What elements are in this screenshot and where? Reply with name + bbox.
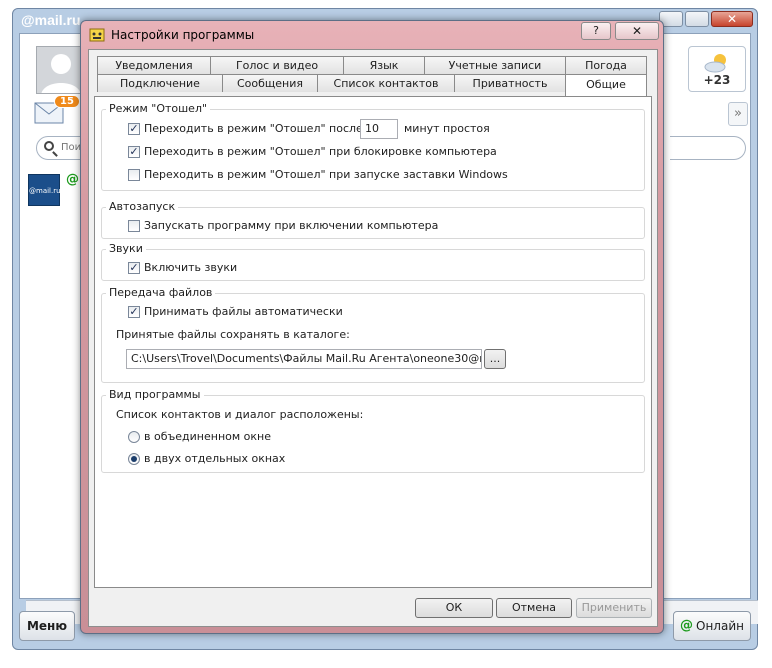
- user-silhouette-icon: [41, 54, 81, 93]
- save-folder-path-input[interactable]: C:\Users\Trovel\Documents\Файлы Mail.Ru …: [126, 349, 482, 369]
- user-avatar[interactable]: [36, 46, 84, 94]
- tab-connection[interactable]: Подключение: [97, 74, 223, 92]
- sounds-checkbox[interactable]: ✓: [128, 262, 140, 274]
- single-window-radio[interactable]: [128, 431, 140, 443]
- settings-dialog: Настройки программы ? ✕ Уведомления Голо…: [80, 20, 664, 634]
- away-lock-label: Переходить в режим "Отошел" при блокиров…: [144, 145, 497, 158]
- sounds-group: Звуки ✓ Включить звуки: [101, 242, 645, 281]
- tab-messages[interactable]: Сообщения: [222, 74, 318, 92]
- contact-avatar[interactable]: @mail.ru: [28, 174, 61, 206]
- file-transfer-title: Передача файлов: [106, 286, 216, 300]
- dialog-close-button[interactable]: ✕: [615, 22, 659, 40]
- search-icon: [44, 141, 54, 151]
- view-mode-caption: Список контактов и диалог расположены:: [116, 408, 364, 421]
- dialog-title: Настройки программы: [111, 28, 255, 42]
- separate-windows-radio[interactable]: [128, 453, 140, 465]
- search-input-right-edge[interactable]: [670, 136, 746, 160]
- away-screensaver-checkbox[interactable]: [128, 169, 140, 181]
- close-icon: ✕: [631, 24, 643, 38]
- away-minutes-suffix: минут простоя: [404, 122, 490, 135]
- tab-accounts[interactable]: Учетные записи: [424, 56, 566, 74]
- tab-weather[interactable]: Погода: [565, 56, 647, 74]
- tab-voice-video[interactable]: Голос и видео: [210, 56, 344, 74]
- menu-button[interactable]: Меню: [19, 611, 75, 641]
- weather-widget[interactable]: +23: [688, 46, 746, 92]
- apply-button[interactable]: Применить: [576, 598, 652, 618]
- away-lock-checkbox[interactable]: ✓: [128, 146, 140, 158]
- online-at-icon: @: [680, 618, 693, 633]
- autostart-checkbox[interactable]: [128, 220, 140, 232]
- weather-temperature: +23: [703, 73, 731, 87]
- sounds-label: Включить звуки: [144, 261, 238, 274]
- online-status-icon: @: [66, 172, 79, 187]
- away-mode-group: Режим "Отошел" ✓ Переходить в режим "Ото…: [101, 102, 645, 191]
- sounds-title: Звуки: [106, 242, 146, 256]
- autostart-label: Запускать программу при включении компью…: [144, 219, 439, 232]
- cancel-button[interactable]: Отмена: [496, 598, 572, 618]
- view-mode-title: Вид программы: [106, 388, 204, 402]
- sun-cloud-icon: [704, 54, 726, 73]
- tab-language[interactable]: Язык: [343, 56, 425, 74]
- away-mode-title: Режим "Отошел": [106, 102, 211, 116]
- away-after-label: Переходить в режим "Отошел" после: [144, 122, 363, 135]
- expand-panel-button[interactable]: »: [728, 102, 748, 126]
- away-after-checkbox[interactable]: ✓: [128, 123, 140, 135]
- online-status-button[interactable]: @ Онлайн: [673, 611, 751, 641]
- tab-contact-list[interactable]: Список контактов: [317, 74, 455, 92]
- separate-windows-label: в двух отдельных окнах: [144, 452, 286, 465]
- help-button[interactable]: ?: [581, 22, 611, 40]
- tab-notifications[interactable]: Уведомления: [97, 56, 211, 74]
- mailru-logo: @mail.ru: [21, 12, 81, 28]
- tab-privacy[interactable]: Приватность: [454, 74, 566, 92]
- ok-button[interactable]: ОК: [415, 598, 493, 618]
- view-mode-group: Вид программы Список контактов и диалог …: [101, 388, 645, 473]
- online-status-label: Онлайн: [696, 619, 744, 633]
- auto-accept-files-label: Принимать файлы автоматически: [144, 305, 343, 318]
- away-minutes-input[interactable]: 10: [360, 119, 398, 139]
- autostart-title: Автозапуск: [106, 200, 179, 214]
- dialog-client-area: Уведомления Голос и видео Язык Учетные з…: [88, 49, 658, 627]
- new-mail-badge: 15: [54, 95, 80, 108]
- save-folder-caption: Принятые файлы сохранять в каталоге:: [116, 328, 350, 341]
- away-screensaver-label: Переходить в режим "Отошел" при запуске …: [144, 168, 508, 181]
- autostart-group: Автозапуск Запускать программу при включ…: [101, 200, 645, 239]
- auto-accept-files-checkbox[interactable]: ✓: [128, 306, 140, 318]
- general-tab-panel: Режим "Отошел" ✓ Переходить в режим "Ото…: [94, 96, 652, 588]
- single-window-label: в объединенном окне: [144, 430, 271, 443]
- tab-general[interactable]: Общие: [565, 74, 647, 96]
- file-transfer-group: Передача файлов ✓ Принимать файлы автома…: [101, 286, 645, 383]
- search-placeholder: Пои: [61, 142, 82, 153]
- agent-close-button[interactable]: ✕: [711, 11, 753, 27]
- minimize-button[interactable]: [685, 11, 709, 27]
- browse-folder-button[interactable]: ...: [484, 349, 506, 369]
- settings-app-icon: [89, 28, 105, 42]
